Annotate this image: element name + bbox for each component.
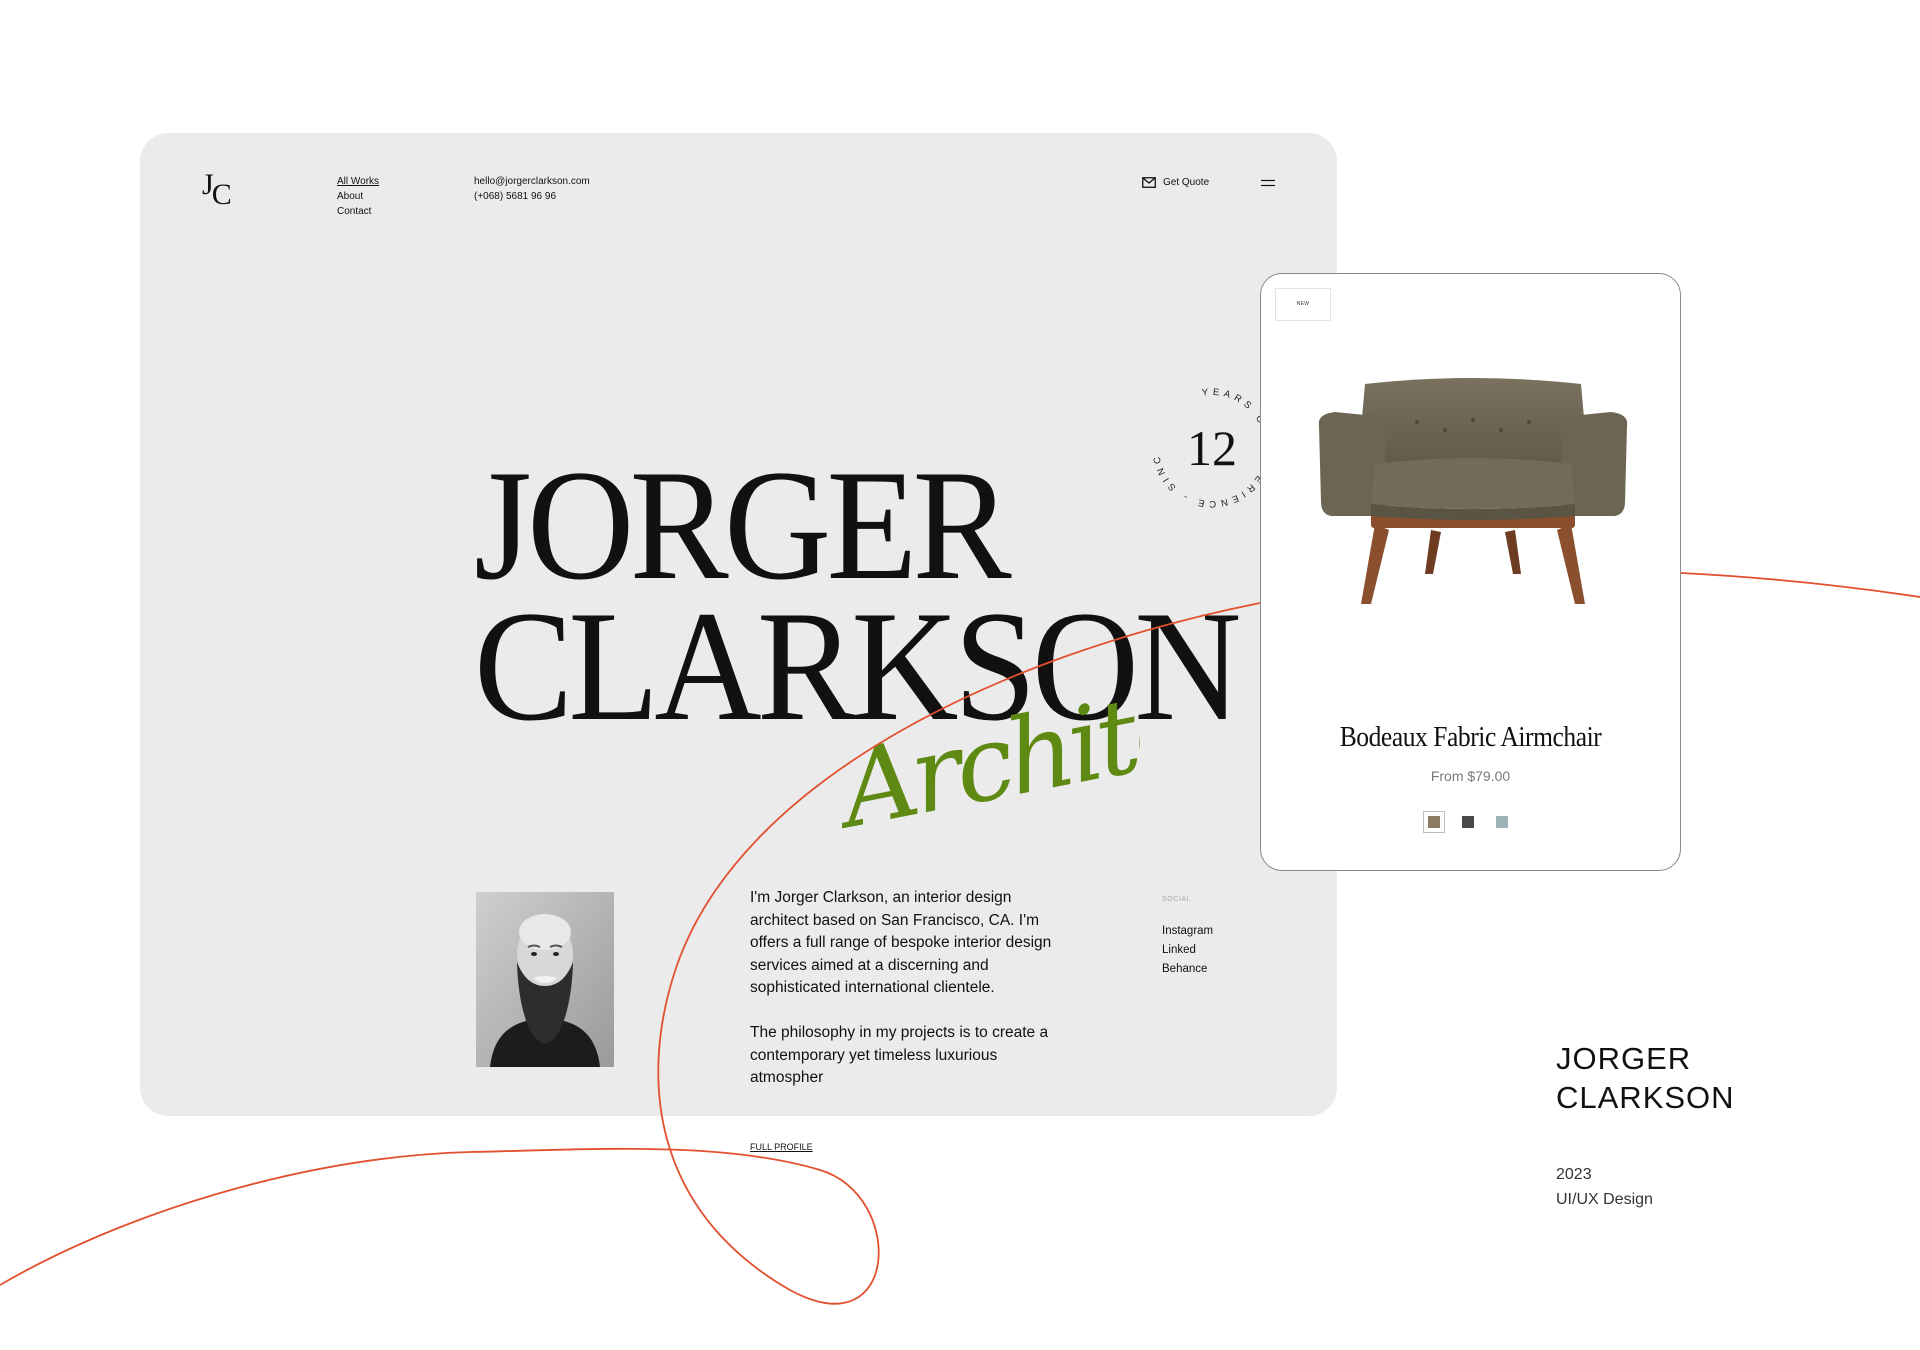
full-profile-link[interactable]: FULL PROFILE [750,1142,813,1152]
contact-phone[interactable]: (+068) 5681 96 96 [474,189,590,204]
logo-letter-c: C [211,178,232,211]
portrait-photo [476,892,614,1067]
swatch-3-color [1496,816,1508,828]
product-card[interactable]: NEW Bodeaux Fabric Airmchair From $79.00 [1260,273,1681,871]
nav-all-works[interactable]: All Works [337,174,379,189]
main-nav: All Works About Contact [337,174,379,219]
architect-script-text: Architect [830,673,1140,833]
logo[interactable]: JC [202,170,232,210]
get-quote-label: Get Quote [1163,177,1210,188]
credits-year: 2023 [1556,1166,1592,1183]
hamburger-icon[interactable] [1261,179,1275,187]
get-quote-button[interactable]: Get Quote [1142,177,1209,188]
bio-text: I'm Jorger Clarkson, an interior design … [750,887,1070,1112]
swatch-1[interactable] [1423,811,1445,833]
nav-contact[interactable]: Contact [337,204,379,219]
bio-paragraph-1: I'm Jorger Clarkson, an interior design … [750,889,1052,997]
social-heading: SOCIAL [1162,896,1192,903]
color-swatches [1423,811,1525,833]
product-price: From $79.00 [1430,768,1511,784]
contact-info: hello@jorgerclarkson.com (+068) 5681 96 … [474,174,590,204]
swatch-1-color [1428,816,1440,828]
mail-icon [1142,177,1156,188]
social-links: SOCIAL Instagram Linked Behance [1162,890,1213,979]
credits-discipline: UI/UX Design [1556,1191,1653,1208]
social-instagram[interactable]: Instagram [1162,922,1213,941]
bio-paragraph-2: The philosophy in my projects is to crea… [750,1023,1049,1087]
credits-meta: 2023 UI/UX Design [1556,1162,1653,1212]
new-badge: NEW [1275,288,1331,321]
portfolio-card: JC All Works About Contact hello@jorgerc… [140,133,1337,1152]
contact-email[interactable]: hello@jorgerclarkson.com [474,174,590,189]
credits-name-line1: JORGER [1556,1041,1692,1076]
credits-name: JORGER CLARKSON [1556,1039,1735,1117]
swatch-2-color [1462,816,1474,828]
armchair-image [1318,378,1628,604]
architect-script: Architect [830,673,1140,833]
swatch-2[interactable] [1457,811,1479,833]
swatch-3[interactable] [1491,811,1513,833]
social-behance[interactable]: Behance [1162,960,1213,979]
product-name: Bodeaux Fabric Airmchair [1339,721,1602,753]
nav-about[interactable]: About [337,189,379,204]
social-linkedin[interactable]: Linked [1162,941,1213,960]
credits-name-line2: CLARKSON [1556,1080,1735,1115]
